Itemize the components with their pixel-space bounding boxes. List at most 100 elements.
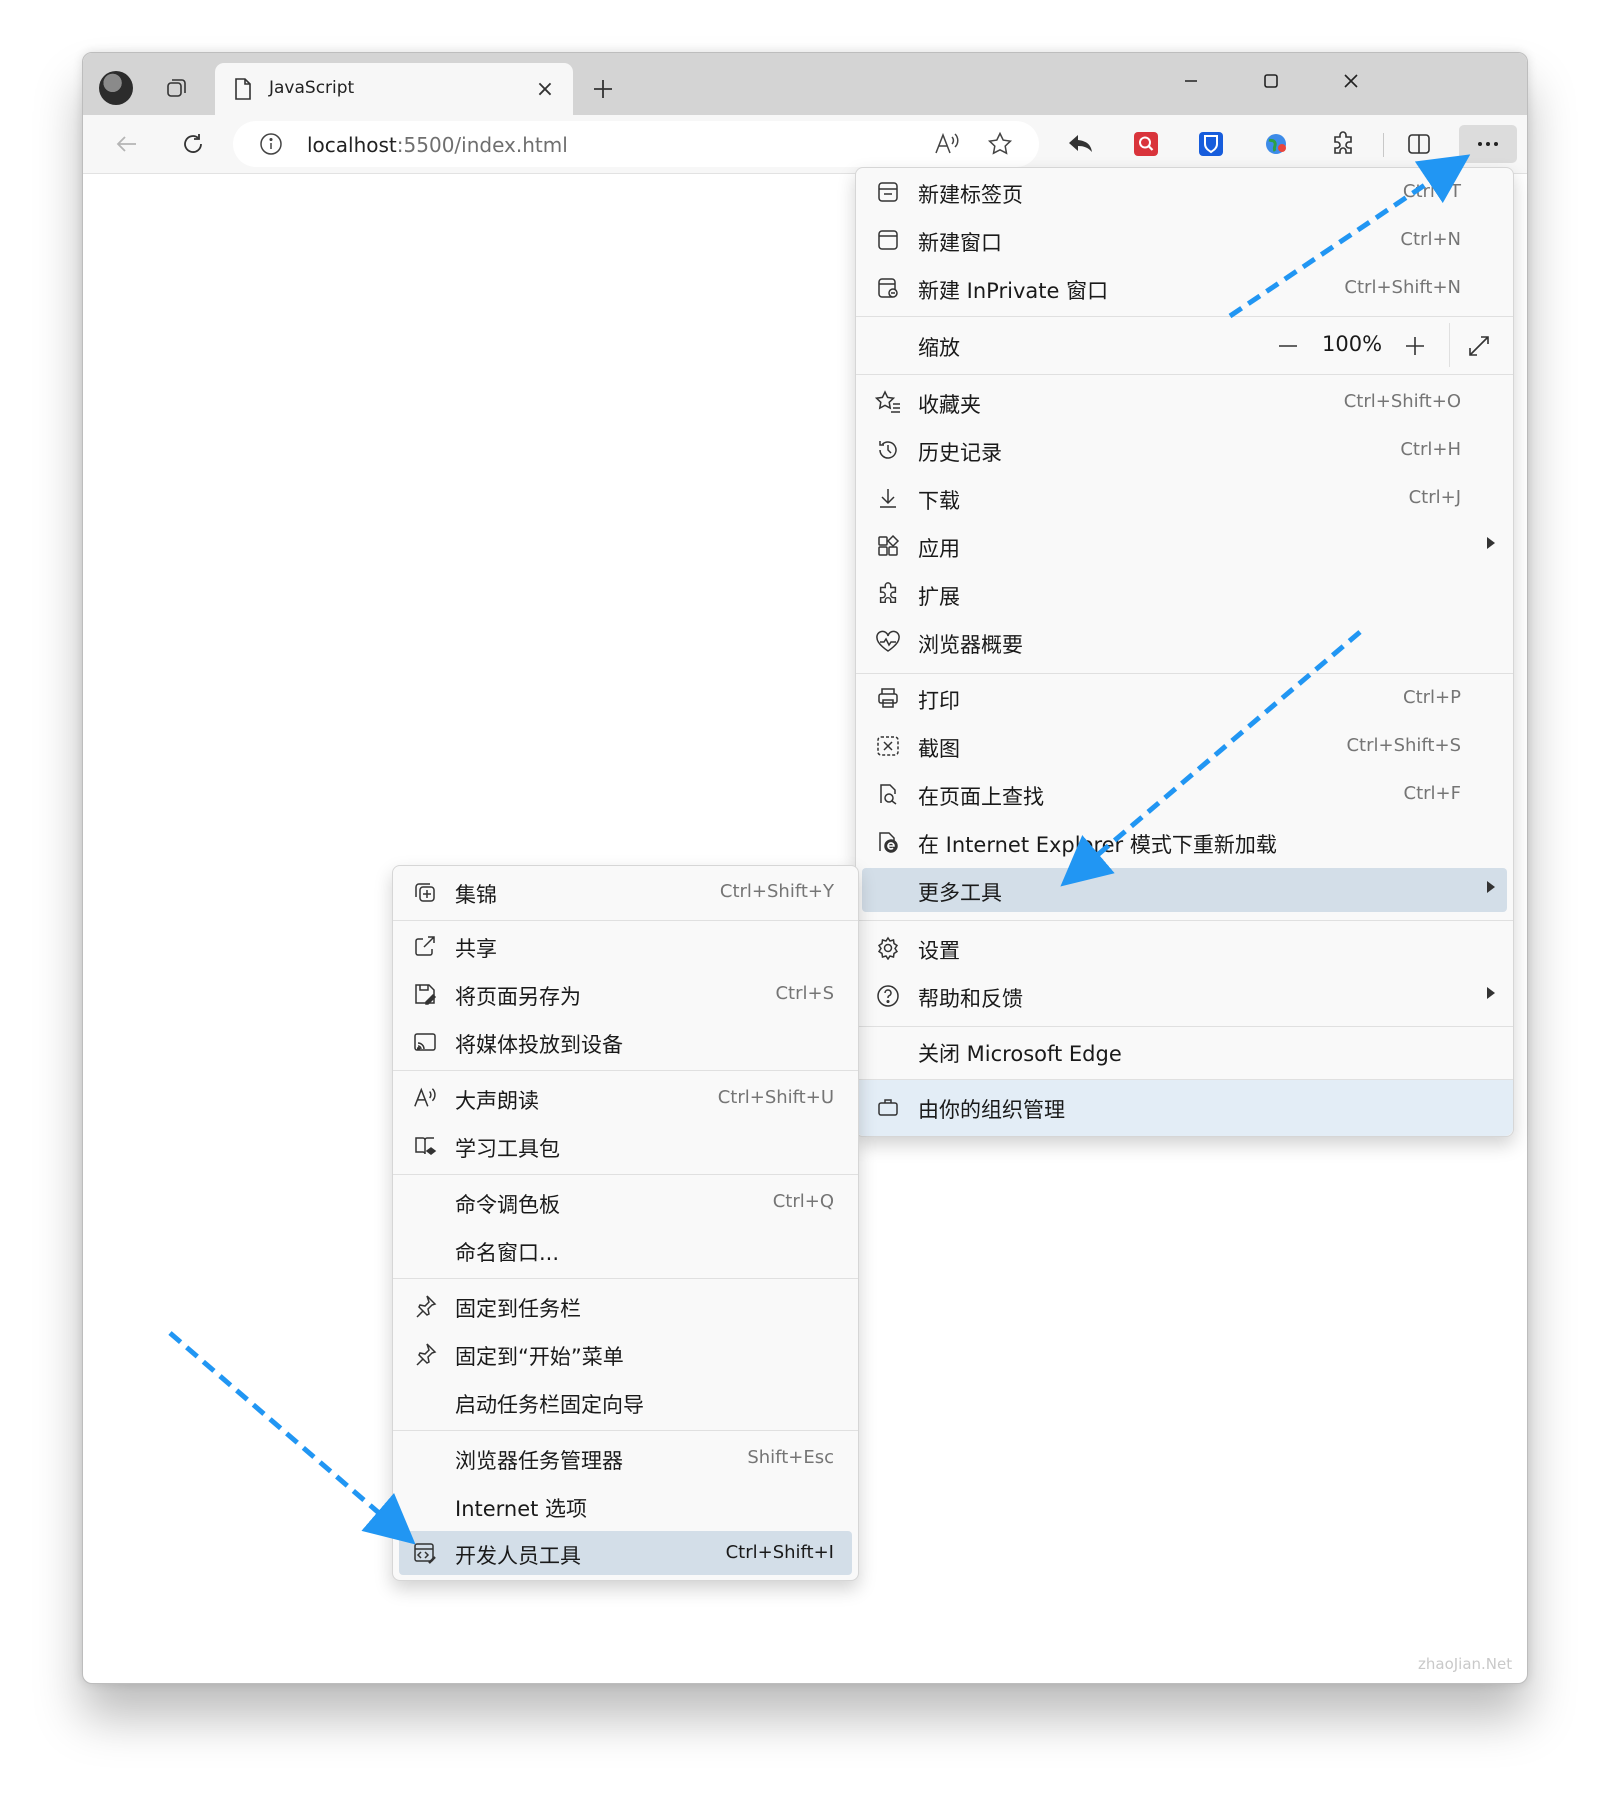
menu-command-palette[interactable]: 命令调色板 Ctrl+Q bbox=[393, 1180, 858, 1224]
heart-pulse-icon bbox=[874, 628, 902, 656]
menu-task-manager[interactable]: 浏览器任务管理器 Shift+Esc bbox=[393, 1436, 858, 1480]
pin-icon bbox=[411, 1340, 439, 1368]
menu-extensions[interactable]: 扩展 bbox=[856, 572, 1513, 616]
menu-ie-mode[interactable]: 在 Internet Explorer 模式下重新加载 bbox=[856, 820, 1513, 864]
read-aloud-icon bbox=[411, 1084, 439, 1112]
title-bar: JavaScript × bbox=[83, 53, 1527, 115]
menu-separator bbox=[393, 1174, 858, 1175]
favorite-star-icon[interactable] bbox=[987, 131, 1013, 161]
tab-title: JavaScript bbox=[269, 78, 355, 98]
menu-internet-options[interactable]: Internet 选项 bbox=[393, 1484, 858, 1528]
zoom-divider bbox=[1449, 323, 1450, 367]
tab-actions-icon[interactable] bbox=[157, 69, 197, 107]
menu-read-aloud[interactable]: 大声朗读 Ctrl+Shift+U bbox=[393, 1076, 858, 1120]
cast-icon bbox=[411, 1028, 439, 1056]
menu-share[interactable]: 共享 bbox=[393, 924, 858, 968]
menu-separator bbox=[393, 1278, 858, 1279]
menu-new-window[interactable]: 新建窗口 Ctrl+N bbox=[856, 218, 1513, 262]
menu-separator bbox=[856, 316, 1513, 317]
menu-separator bbox=[856, 673, 1513, 674]
tab-close-button[interactable]: × bbox=[531, 75, 559, 103]
learning-tools-icon bbox=[411, 1132, 439, 1160]
menu-favorites[interactable]: 收藏夹 Ctrl+Shift+O bbox=[856, 380, 1513, 424]
collections-icon bbox=[411, 878, 439, 906]
menu-separator bbox=[393, 1070, 858, 1071]
watermark: zhaoJian.Net bbox=[1418, 1655, 1513, 1673]
menu-name-window[interactable]: 命名窗口... bbox=[393, 1228, 858, 1272]
extensions-puzzle-icon[interactable] bbox=[1323, 125, 1363, 163]
print-icon bbox=[874, 684, 902, 712]
read-aloud-icon[interactable] bbox=[933, 131, 961, 161]
more-tools-submenu: 集锦 Ctrl+Shift+Y 共享 将页面另存为 Ctrl+S 将媒体投放到设… bbox=[392, 865, 859, 1581]
share-back-icon[interactable] bbox=[1061, 125, 1101, 163]
address-bar[interactable]: localhost:5500/index.html bbox=[233, 121, 1039, 167]
menu-find-on-page[interactable]: 在页面上查找 Ctrl+F bbox=[856, 772, 1513, 816]
settings-gear-icon bbox=[874, 934, 902, 962]
menu-save-page-as[interactable]: 将页面另存为 Ctrl+S bbox=[393, 972, 858, 1016]
back-icon[interactable] bbox=[107, 125, 147, 163]
menu-separator bbox=[856, 374, 1513, 375]
zoom-in-button[interactable] bbox=[1400, 331, 1430, 361]
info-icon[interactable] bbox=[259, 132, 283, 160]
help-icon bbox=[874, 982, 902, 1010]
menu-managed-by-org[interactable]: 由你的组织管理 bbox=[856, 1080, 1513, 1136]
menu-new-tab[interactable]: 新建标签页 Ctrl+T bbox=[856, 170, 1513, 214]
page-icon bbox=[233, 77, 253, 101]
minimize-button[interactable] bbox=[1165, 63, 1217, 99]
apps-icon bbox=[874, 532, 902, 560]
menu-separator bbox=[393, 920, 858, 921]
inprivate-icon bbox=[874, 274, 902, 302]
menu-browser-essentials[interactable]: 浏览器概要 bbox=[856, 620, 1513, 664]
bitwarden-shield-icon[interactable] bbox=[1191, 125, 1231, 163]
maximize-button[interactable] bbox=[1245, 63, 1297, 99]
toolbar: localhost:5500/index.html bbox=[83, 115, 1527, 174]
extensions-icon bbox=[874, 580, 902, 608]
new-tab-icon bbox=[874, 178, 902, 206]
menu-separator bbox=[856, 920, 1513, 921]
menu-zoom: 缩放 100% bbox=[856, 323, 1513, 367]
close-window-button[interactable] bbox=[1325, 63, 1377, 99]
menu-settings[interactable]: 设置 bbox=[856, 926, 1513, 970]
menu-pin-taskbar[interactable]: 固定到任务栏 bbox=[393, 1284, 858, 1328]
menu-history[interactable]: 历史记录 Ctrl+H bbox=[856, 428, 1513, 472]
menu-more-tools[interactable]: 更多工具 bbox=[862, 868, 1507, 912]
menu-collections[interactable]: 集锦 Ctrl+Shift+Y bbox=[393, 870, 858, 914]
zoom-out-button[interactable] bbox=[1273, 331, 1303, 361]
tab-javascript[interactable]: JavaScript × bbox=[215, 63, 573, 115]
menu-print[interactable]: 打印 Ctrl+P bbox=[856, 676, 1513, 720]
menu-downloads[interactable]: 下载 Ctrl+J bbox=[856, 476, 1513, 520]
submenu-arrow-icon bbox=[1487, 537, 1495, 549]
menu-new-inprivate[interactable]: 新建 InPrivate 窗口 Ctrl+Shift+N bbox=[856, 266, 1513, 310]
download-icon bbox=[874, 484, 902, 512]
globe-extension-icon[interactable] bbox=[1256, 125, 1296, 163]
menu-pin-wizard[interactable]: 启动任务栏固定向导 bbox=[393, 1380, 858, 1424]
ie-mode-icon bbox=[874, 828, 902, 856]
menu-pin-start[interactable]: 固定到“开始”菜单 bbox=[393, 1332, 858, 1376]
pin-icon bbox=[411, 1292, 439, 1320]
split-screen-icon[interactable] bbox=[1399, 125, 1439, 163]
menu-apps[interactable]: 应用 bbox=[856, 524, 1513, 568]
menu-close-edge[interactable]: 关闭 Microsoft Edge bbox=[856, 1029, 1513, 1073]
url-text: localhost:5500/index.html bbox=[307, 133, 568, 157]
toolbar-divider bbox=[1383, 133, 1384, 157]
new-window-icon bbox=[874, 226, 902, 254]
briefcase-icon bbox=[874, 1093, 902, 1121]
favorites-icon bbox=[874, 388, 902, 416]
menu-help-feedback[interactable]: 帮助和反馈 bbox=[856, 974, 1513, 1018]
menu-learning-tools[interactable]: 学习工具包 bbox=[393, 1124, 858, 1168]
menu-developer-tools[interactable]: 开发人员工具 Ctrl+Shift+I bbox=[399, 1531, 852, 1575]
more-dots-icon[interactable] bbox=[1459, 125, 1517, 163]
menu-separator bbox=[393, 1430, 858, 1431]
history-icon bbox=[874, 436, 902, 464]
search-extension-icon[interactable] bbox=[1126, 125, 1166, 163]
screenshot-icon bbox=[874, 732, 902, 760]
settings-menu: 新建标签页 Ctrl+T 新建窗口 Ctrl+N 新建 InPrivate 窗口… bbox=[855, 167, 1514, 1137]
new-tab-button[interactable] bbox=[585, 71, 621, 107]
profile-avatar[interactable] bbox=[99, 71, 133, 105]
menu-screenshot[interactable]: 截图 Ctrl+Shift+S bbox=[856, 724, 1513, 768]
menu-cast-media[interactable]: 将媒体投放到设备 bbox=[393, 1020, 858, 1064]
submenu-arrow-icon bbox=[1487, 881, 1495, 893]
share-icon bbox=[411, 932, 439, 960]
fullscreen-icon[interactable] bbox=[1464, 331, 1494, 361]
refresh-icon[interactable] bbox=[173, 125, 213, 163]
